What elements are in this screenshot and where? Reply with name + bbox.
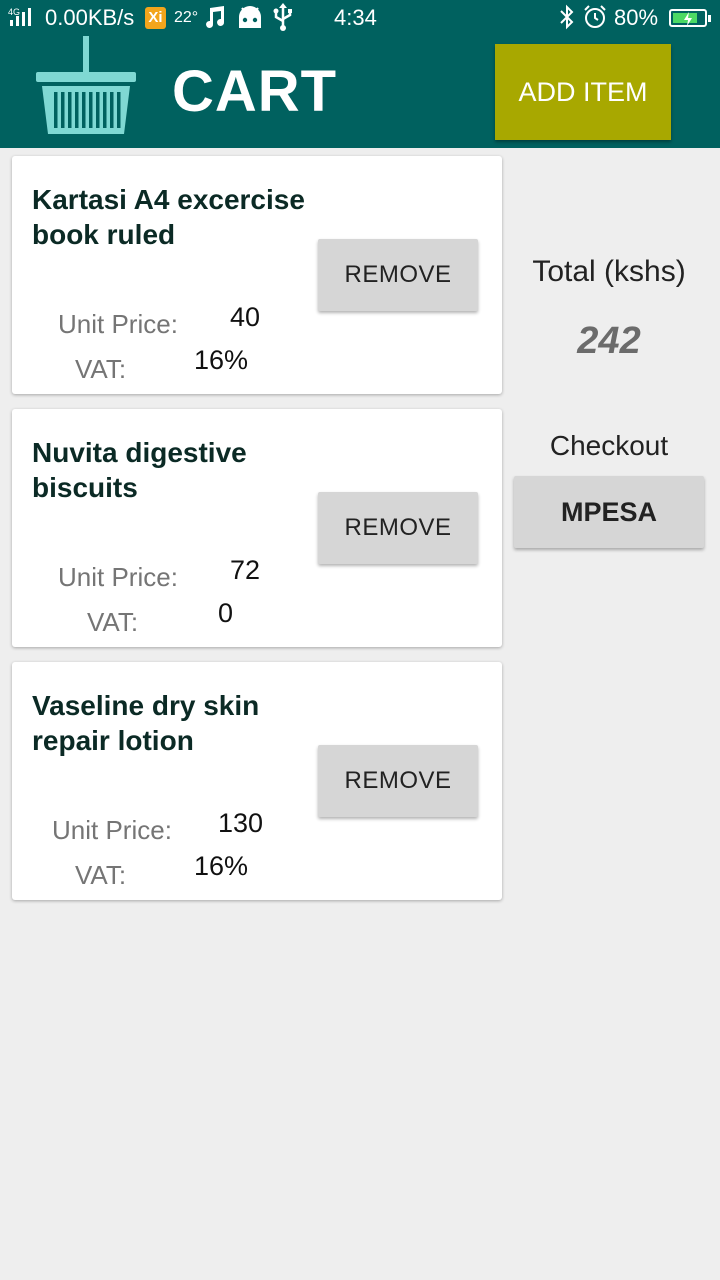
item-name: Vaseline dry skin repair lotion [32,690,260,756]
mpesa-checkout-button[interactable]: MPESA [514,476,704,548]
unit-price-label: Unit Price: [52,815,172,845]
unit-price-value: 130 [218,808,264,838]
vat-label: VAT: [87,607,139,637]
android-icon [236,4,264,36]
app-bar: CART ADD ITEM [0,36,720,148]
music-icon [203,4,227,36]
cart-item-card: Nuvita digestive biscuits REMOVE Unit Pr… [12,409,502,647]
vat-value: 16% [194,851,249,881]
alarm-icon [583,4,607,36]
unit-price-value: 72 [230,555,261,585]
cart-item-card: Vaseline dry skin repair lotion REMOVE U… [12,662,502,900]
usb-icon [272,3,294,37]
item-name: Nuvita digestive biscuits [32,437,247,503]
total-value: 242 [577,320,641,362]
vat-label: VAT: [75,354,127,384]
vat-value: 16% [194,345,249,375]
checkout-label: Checkout [549,430,669,461]
basket-icon [34,36,138,136]
unit-price-label: Unit Price: [58,562,178,592]
vat-label: VAT: [75,860,127,890]
item-name: Kartasi A4 excercise book ruled [32,184,305,250]
bluetooth-icon [557,4,577,36]
unit-price-value: 40 [230,302,261,332]
remove-button[interactable]: REMOVE [318,492,478,564]
remove-button[interactable]: REMOVE [318,239,478,311]
remove-button[interactable]: REMOVE [318,745,478,817]
xi-app-icon: Xi [145,7,166,29]
status-bar: 4G 0.00KB/s Xi 22° 4:34 80% [0,0,720,36]
network-type: 4G [8,7,20,17]
page-title: CART [172,59,338,124]
clock-time: 4:34 [334,5,377,30]
vat-value: 0 [218,598,234,628]
add-item-button[interactable]: ADD ITEM [495,44,671,140]
total-label: Total (kshs) [532,255,686,288]
cart-item-card: Kartasi A4 excercise book ruled REMOVE U… [12,156,502,394]
unit-price-label: Unit Price: [58,309,178,339]
temperature: 22° [174,9,199,26]
signal-icon: 4G [8,6,40,36]
battery-charging-icon [669,9,711,27]
network-speed: 0.00KB/s [45,5,135,30]
battery-percentage: 80% [614,5,659,30]
